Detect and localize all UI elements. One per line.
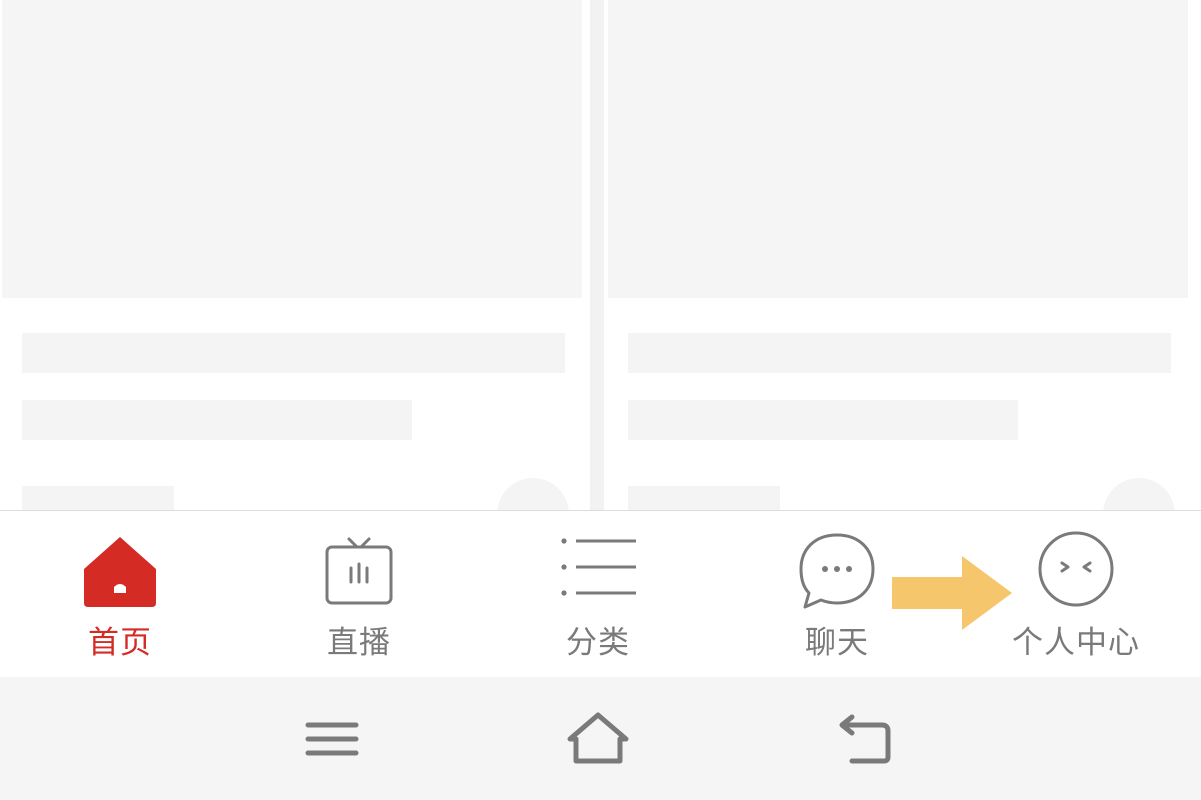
tab-live[interactable]: 直播: [239, 511, 479, 677]
title-line-placeholder: [22, 400, 412, 440]
tv-live-icon: [325, 537, 393, 605]
tab-home[interactable]: 首页: [0, 511, 240, 677]
image-placeholder: [608, 0, 1188, 298]
content-feed-skeleton: [0, 0, 1201, 510]
feed-card-placeholder[interactable]: [608, 0, 1188, 510]
title-line-placeholder: [628, 400, 1018, 440]
system-nav-bar: [0, 677, 1201, 800]
meta-placeholder: [628, 486, 780, 510]
back-icon[interactable]: [832, 707, 896, 771]
tab-category[interactable]: 分类: [478, 511, 718, 677]
title-line-placeholder: [628, 333, 1171, 373]
title-line-placeholder: [22, 333, 565, 373]
home-icon: [84, 537, 156, 607]
tab-category-label: 分类: [566, 625, 630, 661]
column-divider: [590, 0, 604, 510]
meta-placeholder: [22, 486, 174, 510]
avatar-placeholder: [497, 478, 569, 510]
tab-home-label: 首页: [88, 625, 152, 661]
app-screen: 首页 直播 分类 聊天 个人中心: [0, 0, 1201, 800]
arrow-right-icon: [892, 556, 1012, 630]
image-placeholder: [2, 0, 582, 298]
menu-icon[interactable]: [300, 707, 364, 771]
tab-live-label: 直播: [327, 625, 391, 661]
home-outline-icon[interactable]: [566, 707, 630, 771]
profile-face-icon: [1038, 531, 1114, 607]
chat-bubble-icon: [799, 533, 875, 609]
bottom-tab-bar: 首页 直播 分类 聊天 个人中心: [0, 510, 1201, 677]
avatar-placeholder: [1103, 478, 1175, 510]
category-list-icon: [561, 538, 636, 596]
feed-card-placeholder[interactable]: [2, 0, 582, 510]
